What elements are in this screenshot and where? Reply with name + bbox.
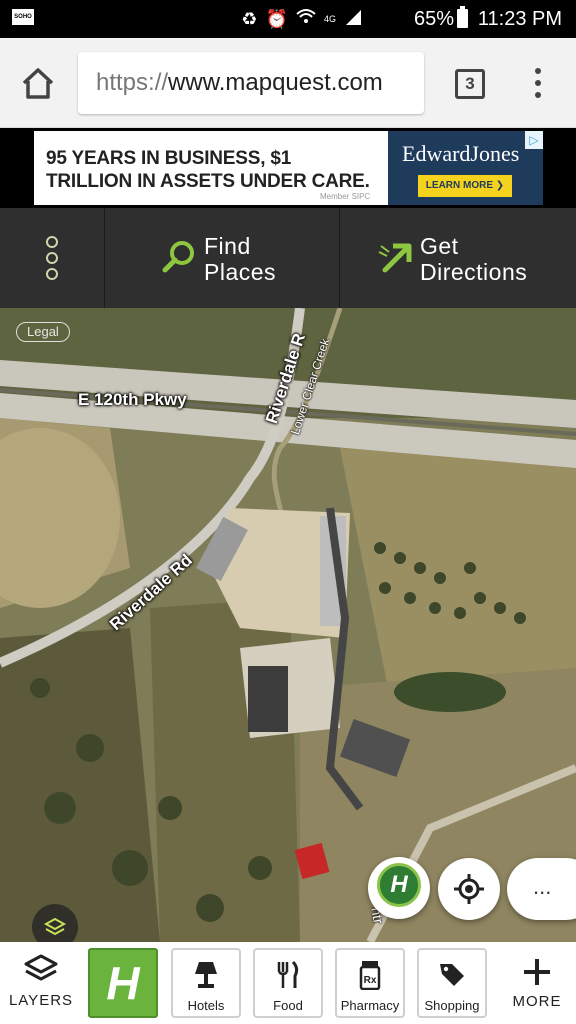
holiday-inn-logo-icon: H <box>106 957 140 1009</box>
category-bar: LAYERS H Hotels Food Rx Pharmacy Shoppin… <box>0 942 576 1024</box>
browser-menu-button[interactable] <box>530 68 546 102</box>
adchoices-icon[interactable]: ▷ <box>525 131 543 149</box>
svg-text:Rx: Rx <box>364 975 377 986</box>
get-directions-button[interactable]: Get Directions <box>341 208 576 308</box>
shopping-button[interactable]: Shopping <box>417 948 487 1018</box>
layers-icon <box>43 917 67 936</box>
mq-menu-button[interactable] <box>0 208 105 308</box>
mapquest-nav: Find Places Get Directions <box>0 208 576 308</box>
menu-dot-icon <box>46 252 58 264</box>
get-directions-label: Get Directions <box>420 233 527 285</box>
recycle-icon: ♻ <box>241 8 258 29</box>
pharmacy-label: Pharmacy <box>340 998 400 1013</box>
hotels-button[interactable]: Hotels <box>171 948 241 1018</box>
crosshair-icon <box>454 874 484 904</box>
more-categories-button[interactable]: MORE <box>498 942 576 1024</box>
url-host: www.mapquest.com <box>168 69 383 96</box>
menu-dot-icon <box>535 68 541 74</box>
ad-banner[interactable]: 95 YEARS IN BUSINESS, $1 TRILLION IN ASS… <box>0 128 576 208</box>
url-scheme: https:// <box>96 69 169 96</box>
ad-member-text: Member SIPC <box>320 192 371 201</box>
menu-dot-icon <box>46 236 58 248</box>
find-places-line1: Find <box>204 233 251 259</box>
get-directions-line2: Directions <box>420 259 528 285</box>
status-icons: ♻ ⏰ 4G <box>241 7 362 31</box>
status-time: 11:23 PM <box>477 8 562 30</box>
locate-me-button[interactable] <box>438 858 500 920</box>
map-layers-toggle[interactable] <box>32 904 78 942</box>
search-icon <box>162 241 194 273</box>
more-label: MORE <box>512 993 562 1010</box>
layers-button[interactable]: LAYERS <box>0 942 82 1024</box>
home-icon <box>22 68 54 99</box>
holiday-inn-category-button[interactable]: H <box>88 948 158 1018</box>
battery-percent: 65% <box>413 8 454 30</box>
holiday-inn-pin-button[interactable]: H <box>368 857 430 919</box>
browser-toolbar: https://www.mapquest.com 3 <box>0 38 576 128</box>
find-places-line2: Places <box>204 259 277 285</box>
url-bar[interactable]: https://www.mapquest.com <box>78 52 424 114</box>
shopping-label: Shopping <box>424 998 480 1013</box>
get-directions-line1: Get <box>420 233 459 259</box>
ad-brand-name: EdwardJones <box>402 141 520 166</box>
fork-knife-icon <box>255 960 321 990</box>
status-bar: SOHO ♻ ⏰ 4G 65% 11:23 PM <box>0 0 576 38</box>
wifi-icon <box>296 8 316 31</box>
ad-brand-panel[interactable]: EdwardJones LEARN MORE ❯ <box>388 131 543 205</box>
food-label: Food <box>273 998 303 1013</box>
alarm-icon: ⏰ <box>265 8 288 29</box>
signal-icon <box>344 8 362 31</box>
directions-arrow-icon <box>378 243 412 273</box>
lamp-icon <box>173 960 239 990</box>
battery-icon <box>457 6 468 28</box>
food-button[interactable]: Food <box>253 948 323 1018</box>
ad-headline: 95 YEARS IN BUSINESS, $1 TRILLION IN ASS… <box>46 147 370 193</box>
notification-app-icon: SOHO <box>12 9 34 25</box>
menu-dot-icon <box>46 268 58 280</box>
menu-dot-icon <box>535 92 541 98</box>
ad-headline-line1: 95 YEARS IN BUSINESS, $1 <box>46 148 292 169</box>
plus-icon <box>524 959 550 985</box>
layers-icon <box>24 954 58 981</box>
legal-link[interactable]: Legal <box>16 322 70 342</box>
find-places-label: Find Places <box>204 233 276 285</box>
ad-headline-line2: TRILLION IN ASSETS UNDER CARE. <box>46 171 370 192</box>
pharmacy-icon: Rx <box>337 960 403 990</box>
ad-content[interactable]: 95 YEARS IN BUSINESS, $1 TRILLION IN ASS… <box>34 131 543 205</box>
map-more-button[interactable]: ... <box>507 858 576 920</box>
tag-icon <box>419 960 485 990</box>
holiday-inn-icon: H <box>377 863 421 907</box>
layers-label: LAYERS <box>8 992 74 1009</box>
ad-learn-more-button[interactable]: LEARN MORE ❯ <box>418 175 512 197</box>
home-button[interactable] <box>18 63 58 103</box>
menu-dot-icon <box>535 80 541 86</box>
network-type: 4G <box>323 14 336 24</box>
tab-switcher-button[interactable]: 3 <box>455 69 485 99</box>
satellite-map[interactable]: Legal E 120th Pkwy Riverdale R Riverdale… <box>0 308 576 942</box>
pharmacy-button[interactable]: Rx Pharmacy <box>335 948 405 1018</box>
road-label-e120th: E 120th Pkwy <box>78 390 187 409</box>
find-places-button[interactable]: Find Places <box>106 208 340 308</box>
hotels-label: Hotels <box>187 998 225 1013</box>
